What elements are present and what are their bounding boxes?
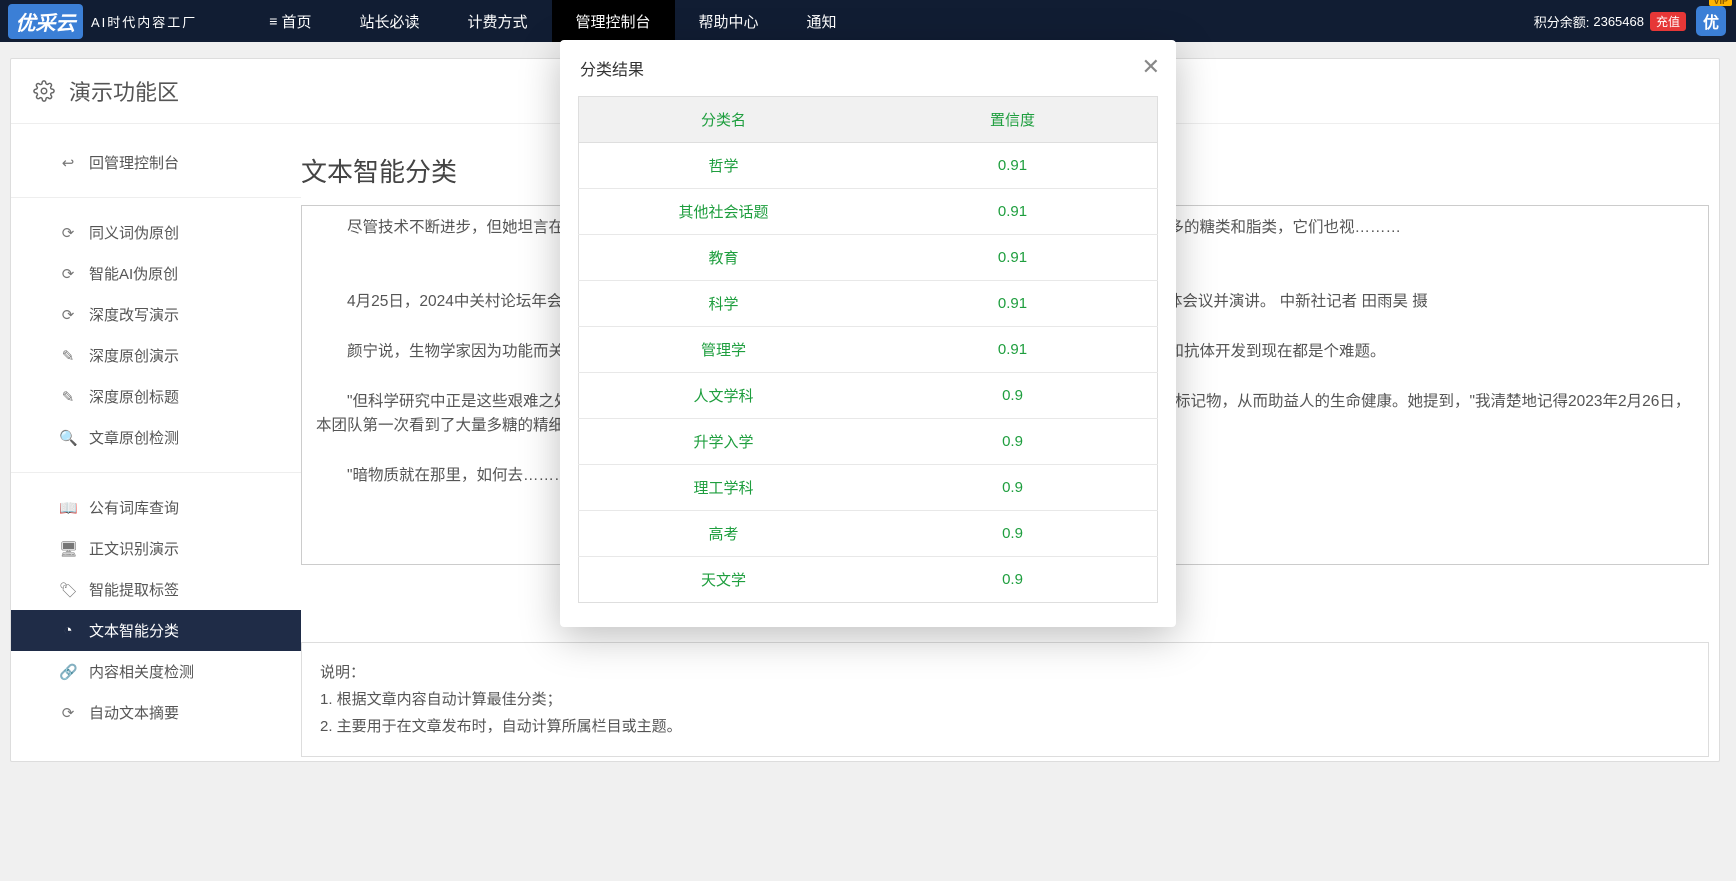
table-row: 天文学0.9 bbox=[579, 557, 1158, 603]
table-row: 升学入学0.9 bbox=[579, 419, 1158, 465]
cell-confidence: 0.9 bbox=[868, 557, 1158, 603]
cell-confidence: 0.91 bbox=[868, 189, 1158, 235]
result-table: 分类名 置信度 哲学0.91其他社会话题0.91教育0.91科学0.91管理学0… bbox=[578, 96, 1158, 603]
table-row: 哲学0.91 bbox=[579, 143, 1158, 189]
table-row: 理工学科0.9 bbox=[579, 465, 1158, 511]
table-header-row: 分类名 置信度 bbox=[579, 97, 1158, 143]
cell-category: 管理学 bbox=[579, 327, 869, 373]
cell-category: 教育 bbox=[579, 235, 869, 281]
cell-category: 科学 bbox=[579, 281, 869, 327]
cell-confidence: 0.91 bbox=[868, 281, 1158, 327]
table-row: 高考0.9 bbox=[579, 511, 1158, 557]
cell-confidence: 0.91 bbox=[868, 327, 1158, 373]
cell-confidence: 0.91 bbox=[868, 143, 1158, 189]
th-confidence: 置信度 bbox=[868, 97, 1158, 143]
cell-category: 升学入学 bbox=[579, 419, 869, 465]
modal-header: 分类结果 ✕ bbox=[560, 40, 1176, 96]
modal-body: 分类名 置信度 哲学0.91其他社会话题0.91教育0.91科学0.91管理学0… bbox=[560, 96, 1176, 627]
table-row: 管理学0.91 bbox=[579, 327, 1158, 373]
table-row: 教育0.91 bbox=[579, 235, 1158, 281]
classification-result-modal: 分类结果 ✕ 分类名 置信度 哲学0.91其他社会话题0.91教育0.91科学0… bbox=[560, 40, 1176, 627]
cell-confidence: 0.9 bbox=[868, 373, 1158, 419]
cell-category: 人文学科 bbox=[579, 373, 869, 419]
cell-category: 其他社会话题 bbox=[579, 189, 869, 235]
cell-confidence: 0.9 bbox=[868, 511, 1158, 557]
cell-category: 理工学科 bbox=[579, 465, 869, 511]
cell-category: 天文学 bbox=[579, 557, 869, 603]
table-row: 人文学科0.9 bbox=[579, 373, 1158, 419]
cell-category: 高考 bbox=[579, 511, 869, 557]
th-category: 分类名 bbox=[579, 97, 869, 143]
modal-title: 分类结果 bbox=[580, 62, 644, 79]
table-row: 科学0.91 bbox=[579, 281, 1158, 327]
cell-confidence: 0.9 bbox=[868, 419, 1158, 465]
cell-confidence: 0.91 bbox=[868, 235, 1158, 281]
close-icon[interactable]: ✕ bbox=[1142, 54, 1160, 80]
table-row: 其他社会话题0.91 bbox=[579, 189, 1158, 235]
cell-confidence: 0.9 bbox=[868, 465, 1158, 511]
cell-category: 哲学 bbox=[579, 143, 869, 189]
